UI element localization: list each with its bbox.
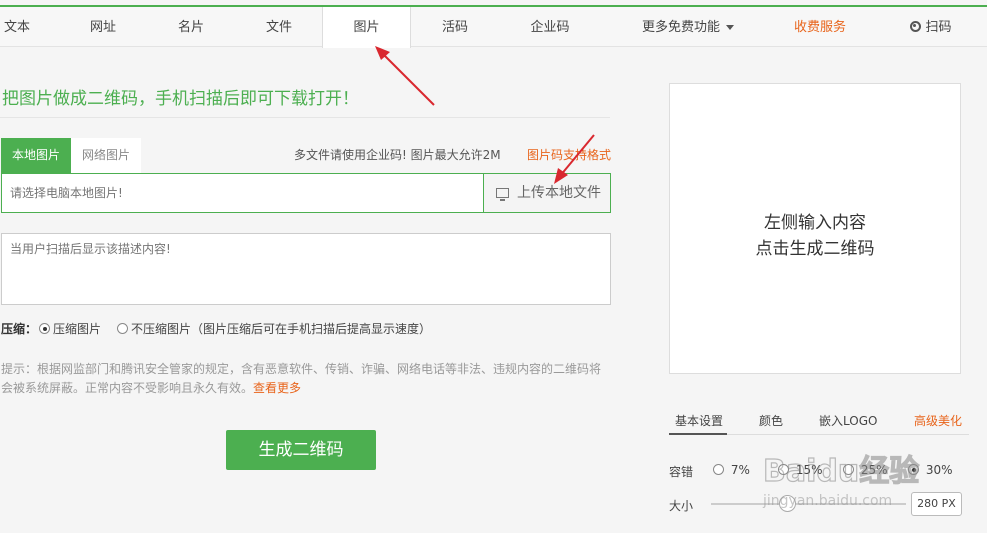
preview-line-1: 左侧输入内容	[764, 213, 866, 233]
nav-item-file[interactable]: 文件	[250, 7, 308, 47]
upload-local-file-button[interactable]: 上传本地文件	[483, 174, 610, 212]
nav-item-more[interactable]: 更多免费功能	[628, 7, 748, 47]
headline-divider	[0, 117, 610, 118]
size-slider-handle[interactable]	[779, 495, 796, 512]
scan-icon	[910, 21, 922, 32]
nav-item-text[interactable]: 文本	[0, 7, 34, 47]
description-textarea[interactable]	[1, 233, 611, 305]
size-slider-track[interactable]	[711, 503, 906, 505]
file-path-input[interactable]	[2, 174, 483, 212]
nav-item-live-code[interactable]: 活码	[426, 7, 484, 47]
ec-option-15[interactable]: 15%	[776, 463, 823, 477]
settings-tab-advanced[interactable]: 高级美化	[914, 412, 962, 429]
ec-radio-25[interactable]	[843, 464, 854, 475]
ec-option-7[interactable]: 7%	[711, 463, 750, 477]
compress-off-radio[interactable]	[117, 323, 129, 334]
preview-line-2: 点击生成二维码	[755, 239, 875, 259]
ec-radio-15[interactable]	[778, 464, 789, 475]
settings-tab-logo[interactable]: 嵌入LOGO	[819, 412, 877, 429]
nav-scan-label: 扫码	[925, 20, 952, 35]
file-select-row: 上传本地文件	[1, 173, 611, 213]
nav-more-label: 更多免费功能	[641, 20, 720, 35]
see-more-link[interactable]: 查看更多	[253, 381, 301, 395]
tab-web-image[interactable]: 网络图片	[71, 138, 141, 173]
size-label: 大小	[669, 499, 694, 513]
tip-label: 提示：	[1, 362, 38, 376]
settings-tab-active-indicator	[669, 433, 727, 435]
generate-qr-button[interactable]: 生成二维码	[226, 430, 376, 470]
nav-item-image[interactable]: 图片	[322, 7, 411, 48]
size-value: 280 PX	[911, 492, 962, 516]
page-headline: 把图片做成二维码，手机扫描后即可下载打开！	[2, 89, 359, 109]
ec-option-25[interactable]: 25%	[841, 463, 888, 477]
ec-label-7: 7%	[730, 463, 750, 477]
compress-on-radio[interactable]	[39, 323, 51, 334]
upload-label: 上传本地文件	[517, 185, 601, 201]
compress-label: 压缩：	[1, 322, 38, 336]
compress-on-label: 压缩图片	[53, 322, 102, 336]
nav-item-enterprise[interactable]: 企业码	[512, 7, 588, 47]
monitor-icon	[496, 188, 509, 201]
top-nav: 文本 网址 名片 文件 图片 活码 企业码 更多免费功能 收费服务 扫码	[0, 7, 987, 48]
ec-label-15: 15%	[795, 463, 823, 477]
settings-tab-color[interactable]: 颜色	[759, 412, 783, 429]
red-arrow-to-image-tab	[375, 46, 435, 106]
settings-tab-basic[interactable]: 基本设置	[675, 412, 723, 429]
error-correction-label: 容错	[669, 465, 694, 479]
chevron-down-icon	[726, 25, 734, 30]
compress-off-label: 不压缩图片（图片压缩后可在手机扫描后提高显示速度）	[131, 322, 432, 336]
upload-note: 多文件请使用企业码! 图片最大允许2M	[294, 148, 501, 162]
ec-option-30[interactable]: 30%	[906, 463, 953, 477]
compress-options: 压缩： 压缩图片 不压缩图片（图片压缩后可在手机扫描后提高显示速度）	[1, 320, 431, 337]
tab-local-image[interactable]: 本地图片	[1, 138, 71, 173]
qr-preview-panel: 左侧输入内容 点击生成二维码	[669, 83, 961, 374]
ec-radio-30[interactable]	[908, 464, 919, 475]
nav-item-url[interactable]: 网址	[74, 7, 132, 47]
policy-tip: 提示：根据网监部门和腾讯安全管家的规定，含有恶意软件、传销、诈骗、网络电话等非法…	[1, 360, 611, 398]
nav-item-card[interactable]: 名片	[162, 7, 220, 47]
nav-item-scan[interactable]: 扫码	[896, 7, 966, 47]
ec-label-30: 30%	[925, 463, 953, 477]
nav-item-paid[interactable]: 收费服务	[780, 7, 860, 47]
ec-radio-7[interactable]	[713, 464, 724, 475]
supported-formats-link[interactable]: 图片码支持格式	[527, 146, 611, 163]
ec-label-25: 25%	[860, 463, 888, 477]
